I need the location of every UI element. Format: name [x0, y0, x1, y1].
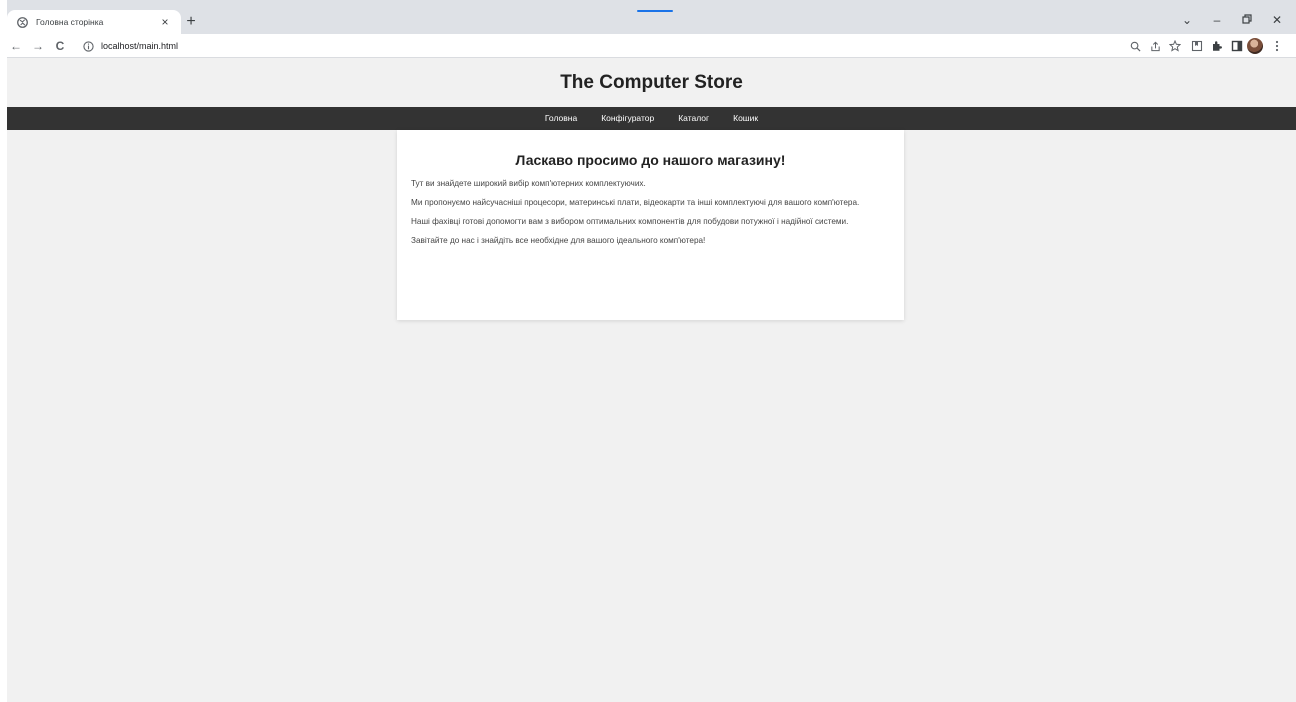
forward-button[interactable]: → — [29, 37, 47, 55]
reload-button[interactable]: C — [51, 37, 69, 55]
site-nav: Головна Конфігуратор Каталог Кошик — [7, 107, 1296, 130]
extensions-icon[interactable] — [1209, 38, 1225, 54]
paragraph: Завітайте до нас і знайдіть все необхідн… — [411, 236, 706, 245]
minimize-button[interactable]: – — [1207, 10, 1227, 30]
site-header: The Computer Store — [7, 58, 1296, 107]
welcome-heading: Ласкаво просимо до нашого магазину! — [515, 152, 786, 168]
accent-line — [637, 10, 673, 12]
close-window-button[interactable]: ✕ — [1267, 10, 1287, 30]
paragraph: Наші фахівці готові допомогти вам з вибо… — [411, 217, 849, 226]
info-icon[interactable] — [81, 39, 95, 53]
nav-link-catalog[interactable]: Каталог — [666, 107, 721, 130]
menu-icon[interactable] — [1269, 38, 1285, 54]
nav-link-home[interactable]: Головна — [533, 107, 589, 130]
share-icon[interactable] — [1147, 38, 1163, 54]
zoom-icon[interactable] — [1127, 38, 1143, 54]
paragraph: Ми пропонуємо найсучасніші процесори, ма… — [411, 198, 860, 207]
browser-toolbar: ← → C localhost/main.html — [7, 34, 1296, 58]
globe-icon — [16, 16, 29, 29]
tab-active[interactable]: Головна сторінка × — [7, 10, 181, 34]
address-bar[interactable]: localhost/main.html — [81, 37, 1121, 55]
tab-search-icon[interactable]: ⌄ — [1177, 10, 1197, 30]
profile-avatar[interactable] — [1247, 38, 1263, 54]
welcome-card: Ласкаво просимо до нашого магазину! Тут … — [397, 130, 904, 320]
tab-close-icon[interactable]: × — [158, 15, 172, 29]
tab-strip: Головна сторінка × + ⌄ – ✕ — [7, 0, 1296, 34]
tab-title: Головна сторінка — [36, 17, 104, 27]
paragraph: Тут ви знайдете широкий вибір комп'ютерн… — [411, 179, 646, 188]
browser-window: Головна сторінка × + ⌄ – ✕ ← → C localho… — [7, 0, 1296, 702]
page-viewport: The Computer Store Головна Конфігуратор Ка… — [7, 58, 1296, 702]
nav-link-configurator[interactable]: Конфігуратор — [589, 107, 666, 130]
reading-list-icon[interactable] — [1189, 38, 1205, 54]
bookmark-star-icon[interactable] — [1167, 38, 1183, 54]
back-button[interactable]: ← — [7, 37, 25, 55]
restore-button[interactable] — [1237, 10, 1257, 30]
side-panel-icon[interactable] — [1229, 38, 1245, 54]
url-text[interactable]: localhost/main.html — [101, 41, 178, 51]
new-tab-button[interactable]: + — [181, 12, 201, 32]
nav-link-cart[interactable]: Кошик — [721, 107, 770, 130]
site-title: The Computer Store — [560, 72, 743, 93]
